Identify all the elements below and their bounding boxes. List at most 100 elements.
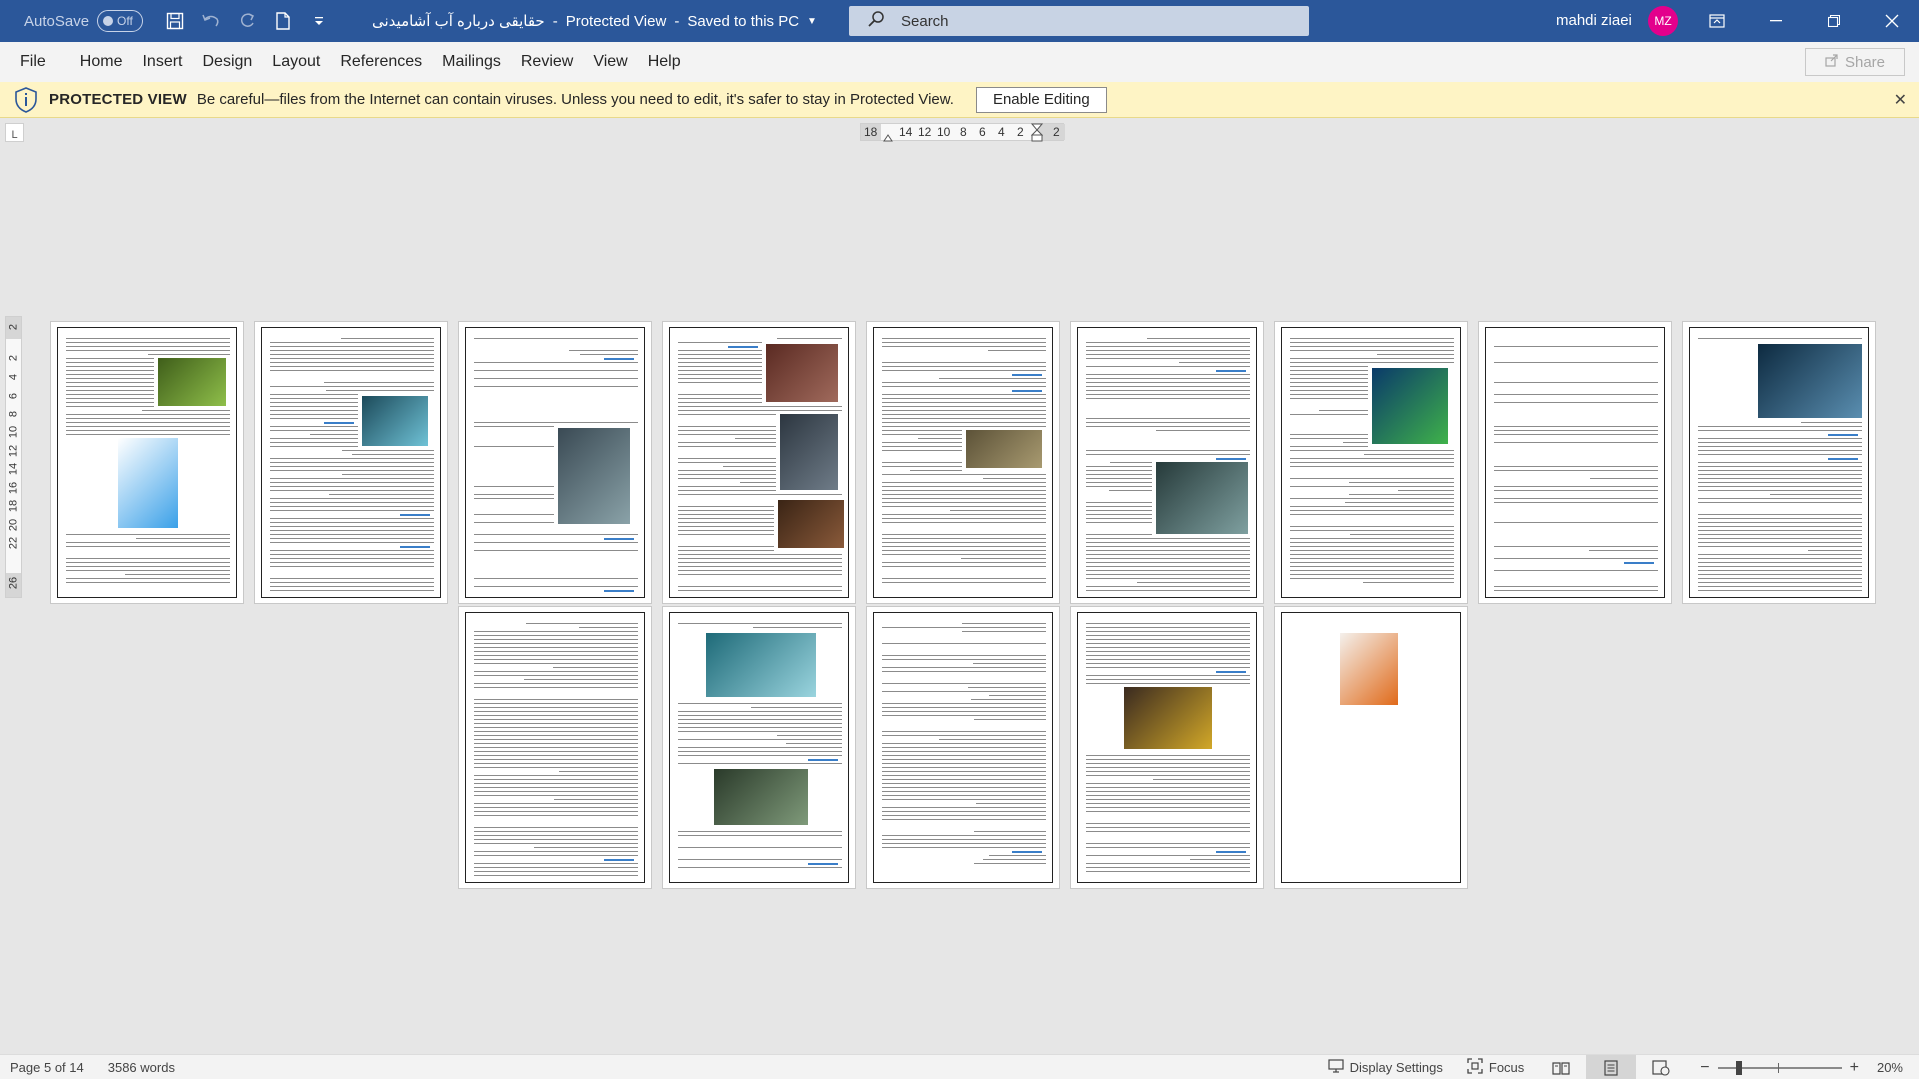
text-line — [882, 370, 1046, 371]
text-line — [1290, 506, 1454, 507]
text-line — [1698, 438, 1862, 439]
tab-file[interactable]: File — [0, 42, 56, 82]
text-line — [882, 659, 1046, 660]
document-page[interactable] — [254, 321, 448, 604]
text-line — [982, 859, 1046, 860]
document-page[interactable] — [1274, 321, 1468, 604]
display-settings-button[interactable]: Display Settings — [1316, 1055, 1455, 1079]
text-line — [882, 502, 1046, 503]
horizontal-ruler[interactable]: 18 14 12 10 8 6 4 2 2 — [860, 123, 1065, 142]
chevron-down-icon[interactable]: ▼ — [807, 16, 817, 27]
zoom-level[interactable]: 20% — [1877, 1060, 1903, 1075]
document-page[interactable] — [1070, 321, 1264, 604]
text-line — [882, 671, 1046, 672]
customize-toolbar-icon[interactable] — [301, 0, 337, 42]
text-line — [578, 627, 638, 628]
text-line — [474, 855, 638, 856]
undo-icon[interactable] — [193, 0, 229, 42]
text-line — [66, 358, 154, 359]
text-line — [882, 466, 962, 467]
heading-line — [1012, 390, 1042, 392]
tab-help[interactable]: Help — [638, 42, 691, 82]
minimize-icon[interactable] — [1753, 0, 1799, 42]
tab-review[interactable]: Review — [511, 42, 583, 82]
text-line — [270, 586, 434, 587]
text-line — [678, 474, 776, 475]
text-line — [678, 570, 842, 571]
enable-editing-button[interactable]: Enable Editing — [975, 86, 1107, 113]
text-line — [1086, 506, 1152, 507]
close-window-icon[interactable] — [1869, 0, 1915, 42]
vertical-ruler[interactable]: 2 2 4 6 8 10 12 14 16 18 20 22 26 — [5, 316, 22, 598]
text-line — [882, 410, 1046, 411]
tab-insert[interactable]: Insert — [132, 42, 192, 82]
text-line — [1698, 518, 1862, 519]
document-page[interactable] — [662, 321, 856, 604]
text-line — [882, 735, 1046, 736]
tab-home[interactable]: Home — [70, 42, 133, 82]
ribbon-display-options-icon[interactable] — [1694, 0, 1740, 42]
text-line — [474, 671, 638, 672]
tab-references[interactable]: References — [330, 42, 432, 82]
text-line — [1698, 482, 1862, 483]
tab-selector[interactable]: L — [5, 123, 24, 142]
image-placeholder — [158, 358, 226, 406]
tab-design[interactable]: Design — [192, 42, 262, 82]
print-layout-icon[interactable] — [1586, 1055, 1637, 1079]
document-page[interactable] — [1478, 321, 1672, 604]
autosave-toggle[interactable]: Off — [97, 10, 144, 32]
document-page[interactable] — [458, 321, 652, 604]
text-line — [474, 739, 638, 740]
document-title[interactable]: حقایقی درباره آب آشامیدنی - Protected Vi… — [372, 0, 817, 42]
text-line — [1086, 538, 1250, 539]
text-line — [1086, 590, 1250, 591]
zoom-out-button[interactable]: − — [1700, 1059, 1709, 1077]
text-line — [1086, 510, 1152, 511]
text-line — [1086, 791, 1250, 792]
text-line — [882, 807, 1046, 808]
zoom-in-button[interactable]: + — [1850, 1059, 1859, 1077]
text-line — [474, 707, 638, 708]
text-line — [1290, 554, 1454, 555]
close-icon[interactable]: ✕ — [1894, 90, 1907, 110]
document-page[interactable] — [866, 606, 1060, 889]
document-page[interactable] — [458, 606, 652, 889]
document-page[interactable] — [1274, 606, 1468, 889]
user-name[interactable]: mahdi ziaei — [1556, 0, 1632, 42]
text-line — [474, 647, 638, 648]
text-line — [938, 378, 1046, 379]
document-page[interactable] — [662, 606, 856, 889]
redo-icon[interactable] — [229, 0, 265, 42]
search-placeholder: Search — [901, 12, 949, 30]
new-document-icon[interactable] — [265, 0, 301, 42]
document-page[interactable] — [866, 321, 1060, 604]
share-button[interactable]: Share — [1805, 48, 1905, 76]
text-line — [474, 655, 638, 656]
text-line — [678, 362, 762, 363]
text-line — [1086, 394, 1250, 395]
text-line — [1086, 659, 1250, 660]
document-page[interactable] — [1070, 606, 1264, 889]
zoom-slider-thumb[interactable] — [1735, 1060, 1742, 1075]
text-line — [678, 478, 776, 479]
word-count[interactable]: 3586 words — [108, 1060, 175, 1075]
avatar[interactable]: MZ — [1648, 6, 1678, 36]
zoom-slider[interactable] — [1717, 1060, 1842, 1075]
page-count[interactable]: Page 5 of 14 — [10, 1060, 84, 1075]
tab-view[interactable]: View — [583, 42, 637, 82]
read-mode-icon[interactable] — [1536, 1055, 1586, 1079]
document-page[interactable] — [1682, 321, 1876, 604]
tab-mailings[interactable]: Mailings — [432, 42, 511, 82]
indent-marker-left[interactable] — [883, 132, 893, 142]
text-line — [474, 871, 638, 872]
indent-marker-right[interactable] — [1031, 123, 1043, 142]
text-line — [909, 470, 962, 471]
search-box[interactable]: Search — [849, 6, 1309, 36]
web-layout-icon[interactable] — [1636, 1055, 1686, 1079]
document-page[interactable] — [50, 321, 244, 604]
restore-icon[interactable] — [1811, 0, 1857, 42]
save-icon[interactable] — [157, 0, 193, 42]
text-line — [882, 779, 1046, 780]
focus-button[interactable]: Focus — [1455, 1055, 1536, 1079]
tab-layout[interactable]: Layout — [262, 42, 330, 82]
